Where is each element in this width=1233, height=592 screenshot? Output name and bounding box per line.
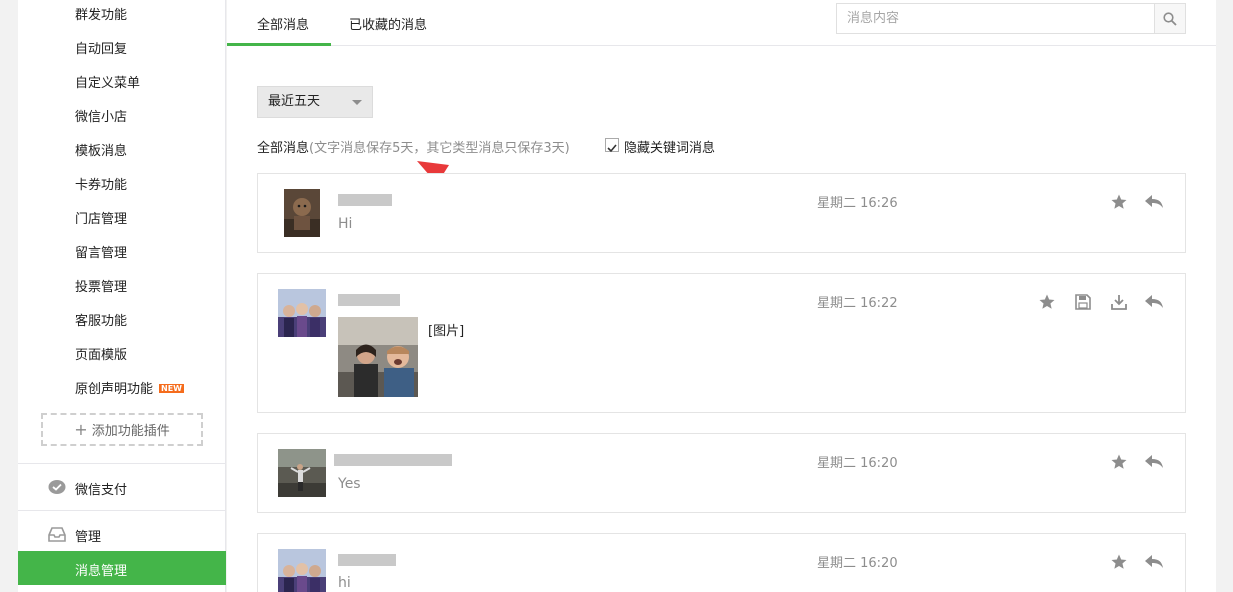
sidebar-item-page-template[interactable]: 页面模版 bbox=[75, 344, 127, 363]
reply-button[interactable] bbox=[1144, 192, 1164, 212]
sidebar-item-vote-management[interactable]: 投票管理 bbox=[75, 276, 127, 295]
sidebar-item-message-management[interactable]: 消息管理 bbox=[18, 551, 226, 585]
inbox-icon bbox=[48, 527, 66, 542]
time-range-value: 最近五天 bbox=[268, 94, 321, 109]
sender-name-redacted bbox=[338, 194, 392, 206]
message-item: [图片] 星期二 16:22 bbox=[257, 273, 1186, 413]
message-text: [图片] bbox=[428, 324, 465, 339]
download-icon bbox=[1111, 295, 1127, 310]
check-icon bbox=[607, 144, 617, 153]
reply-button[interactable] bbox=[1144, 552, 1164, 572]
message-item: Yes 星期二 16:20 bbox=[257, 433, 1186, 513]
reply-button[interactable] bbox=[1144, 292, 1164, 312]
message-text: Yes bbox=[338, 476, 361, 492]
sidebar-item-label: 原创声明功能 bbox=[75, 382, 154, 397]
sidebar-item-wechat-store[interactable]: 微信小店 bbox=[75, 106, 127, 125]
tab-bar: 全部消息 已收藏的消息 bbox=[227, 0, 1216, 46]
info-label: 全部消息 bbox=[257, 141, 310, 156]
message-text: hi bbox=[338, 575, 351, 591]
sidebar-item-store-management[interactable]: 门店管理 bbox=[75, 208, 127, 227]
chevron-down-icon bbox=[352, 100, 362, 105]
active-tab-indicator bbox=[227, 43, 331, 46]
search-button[interactable] bbox=[1154, 4, 1185, 33]
sidebar-item-customer-service[interactable]: 客服功能 bbox=[75, 310, 127, 329]
message-item: Hi 星期二 16:26 bbox=[257, 173, 1186, 253]
wechat-pay-icon bbox=[48, 480, 66, 494]
avatar[interactable] bbox=[278, 289, 326, 337]
download-button[interactable] bbox=[1109, 292, 1129, 312]
sidebar-item-coupons[interactable]: 卡券功能 bbox=[75, 174, 127, 193]
sender-name-redacted bbox=[338, 294, 400, 306]
sidebar-section-manage: 管理 bbox=[75, 530, 102, 545]
app-window: 群发功能 自动回复 自定义菜单 微信小店 模板消息 卡券功能 门店管理 留言管理… bbox=[0, 0, 1233, 592]
avatar[interactable] bbox=[278, 449, 326, 497]
hide-keyword-label[interactable]: 隐藏关键词消息 bbox=[624, 137, 715, 156]
reply-button[interactable] bbox=[1144, 452, 1164, 472]
sidebar-item-custom-menu[interactable]: 自定义菜单 bbox=[75, 72, 140, 91]
sidebar-item-original-declaration[interactable]: 原创声明功能 NEW bbox=[75, 378, 184, 397]
message-time: 星期二 16:20 bbox=[817, 456, 898, 471]
star-button[interactable] bbox=[1037, 292, 1057, 312]
sidebar-section-wechat-pay[interactable]: 微信支付 bbox=[75, 479, 127, 498]
hide-keyword-checkbox[interactable] bbox=[605, 138, 619, 153]
add-plugin-button[interactable]: + 添加功能插件 bbox=[41, 413, 203, 446]
add-plugin-label: 添加功能插件 bbox=[91, 424, 170, 439]
divider bbox=[18, 463, 226, 464]
reply-icon bbox=[1145, 455, 1163, 468]
avatar[interactable] bbox=[278, 549, 326, 592]
reply-icon bbox=[1145, 555, 1163, 568]
message-text: Hi bbox=[338, 216, 353, 232]
star-icon bbox=[1111, 194, 1127, 209]
search-icon bbox=[1163, 11, 1177, 26]
tab-starred-messages[interactable]: 已收藏的消息 bbox=[349, 14, 427, 33]
sidebar-item-mass-send[interactable]: 群发功能 bbox=[75, 4, 127, 23]
sender-name-redacted bbox=[338, 554, 396, 566]
star-icon bbox=[1111, 454, 1127, 469]
star-icon bbox=[1111, 554, 1127, 569]
message-time: 星期二 16:22 bbox=[817, 296, 898, 311]
message-item: hi 星期二 16:20 bbox=[257, 533, 1186, 592]
sidebar-item-label: 消息管理 bbox=[75, 564, 128, 579]
message-time: 星期二 16:26 bbox=[817, 196, 898, 211]
message-image[interactable] bbox=[338, 317, 418, 397]
star-button[interactable] bbox=[1109, 192, 1129, 212]
plus-icon: + bbox=[74, 420, 88, 439]
save-button[interactable] bbox=[1073, 292, 1093, 312]
sender-name-redacted bbox=[334, 454, 452, 466]
star-icon bbox=[1039, 294, 1055, 309]
message-time: 星期二 16:20 bbox=[817, 556, 898, 571]
divider bbox=[18, 510, 226, 511]
new-badge: NEW bbox=[159, 384, 184, 393]
sidebar-item-comment-management[interactable]: 留言管理 bbox=[75, 242, 127, 261]
star-button[interactable] bbox=[1109, 552, 1129, 572]
time-range-dropdown[interactable]: 最近五天 bbox=[257, 86, 373, 118]
save-icon bbox=[1075, 294, 1091, 310]
reply-icon bbox=[1145, 295, 1163, 308]
reply-icon bbox=[1145, 195, 1163, 208]
tab-all-messages[interactable]: 全部消息 bbox=[257, 14, 309, 33]
avatar[interactable] bbox=[284, 189, 320, 237]
search-input[interactable] bbox=[837, 4, 1155, 33]
star-button[interactable] bbox=[1109, 452, 1129, 472]
search-box bbox=[836, 3, 1186, 34]
sidebar-item-template-message[interactable]: 模板消息 bbox=[75, 140, 127, 159]
main-panel: 全部消息 已收藏的消息 最近五天 全部消息(文字消息保存5天，其它类型消息只保存… bbox=[227, 0, 1216, 592]
sidebar-item-auto-reply[interactable]: 自动回复 bbox=[75, 38, 127, 57]
sidebar: 群发功能 自动回复 自定义菜单 微信小店 模板消息 卡券功能 门店管理 留言管理… bbox=[18, 0, 226, 592]
